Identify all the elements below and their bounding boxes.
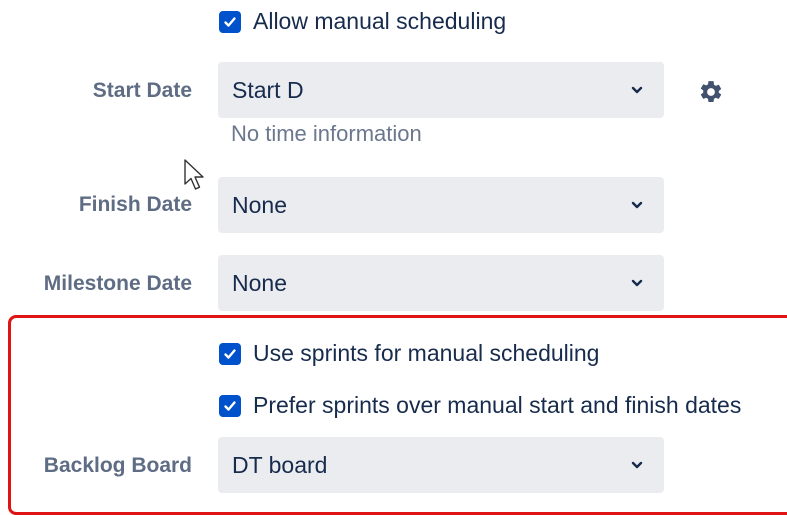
prefer-sprints-checkbox[interactable]: Prefer sprints over manual start and fin… — [219, 392, 741, 419]
use-sprints-label: Use sprints for manual scheduling — [253, 340, 600, 366]
finish-date-select[interactable]: None — [218, 177, 664, 233]
milestone-date-label: Milestone Date — [43, 272, 192, 295]
finish-date-label: Finish Date — [78, 193, 192, 216]
start-date-value: Start D — [232, 76, 304, 103]
chevron-down-icon — [628, 196, 646, 214]
checkmark-icon[interactable] — [219, 10, 241, 33]
finish-date-value: None — [232, 191, 287, 218]
checkmark-icon[interactable] — [219, 394, 241, 417]
chevron-down-icon — [628, 456, 646, 474]
chevron-down-icon — [628, 81, 646, 99]
allow-manual-scheduling-checkbox[interactable]: Allow manual scheduling — [219, 8, 506, 35]
start-date-select[interactable]: Start D — [218, 62, 664, 118]
backlog-board-value: DT board — [232, 451, 328, 478]
prefer-sprints-label: Prefer sprints over manual start and fin… — [253, 392, 742, 418]
allow-manual-scheduling-label: Allow manual scheduling — [253, 8, 507, 34]
checkmark-icon[interactable] — [219, 342, 241, 365]
milestone-date-select[interactable]: None — [218, 255, 664, 311]
use-sprints-checkbox[interactable]: Use sprints for manual scheduling — [219, 340, 599, 367]
chevron-down-icon — [628, 274, 646, 292]
milestone-date-value: None — [232, 269, 287, 296]
gear-icon[interactable] — [698, 79, 724, 105]
backlog-board-label: Backlog Board — [43, 454, 192, 477]
start-date-hint: No time information — [231, 121, 422, 146]
start-date-label: Start Date — [92, 79, 192, 102]
mouse-pointer-icon — [184, 159, 204, 190]
backlog-board-select[interactable]: DT board — [218, 437, 664, 493]
